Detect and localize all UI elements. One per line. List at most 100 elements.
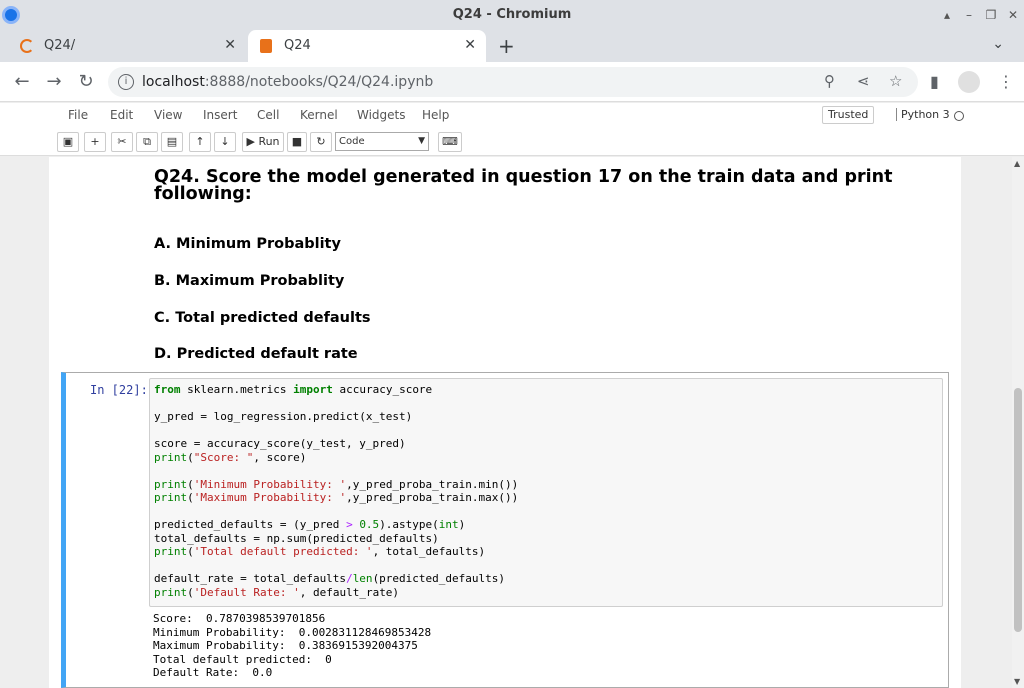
code-token: total_defaults = np.sum(predicted_defaul… xyxy=(154,531,439,545)
kernel-name: Python 3 xyxy=(896,108,950,121)
output-line: Total default predicted: 0 xyxy=(153,652,332,666)
scrollbar-thumb[interactable] xyxy=(1014,388,1022,632)
menu-help[interactable]: Help xyxy=(422,108,449,122)
trusted-badge[interactable]: Trusted xyxy=(822,106,875,124)
zoom-icon[interactable]: ⚲ xyxy=(824,72,835,90)
site-info-icon[interactable]: i xyxy=(118,74,134,90)
kernel-idle-indicator-icon xyxy=(954,111,964,121)
menu-cell[interactable]: Cell xyxy=(257,108,279,122)
code-token: predicted_defaults = (y_pred xyxy=(154,518,347,531)
code-token: score = accuracy_score(y_test, y_pred) xyxy=(154,437,406,450)
copy-icon[interactable]: ⧉ xyxy=(136,132,158,152)
code-line: print("Score: ", score) xyxy=(154,451,518,465)
command-palette-keyboard-icon[interactable]: ⌨ xyxy=(438,132,462,152)
code-input-area[interactable]: from sklearn.metrics import accuracy_sco… xyxy=(149,378,943,607)
code-token: > xyxy=(346,518,353,531)
code-editor-text[interactable]: from sklearn.metrics import accuracy_sco… xyxy=(154,383,518,599)
code-token: 'Total default predicted: ' xyxy=(193,545,373,558)
close-tab-icon[interactable]: ✕ xyxy=(224,37,236,53)
menu-widgets[interactable]: Widgets xyxy=(357,108,406,122)
code-token: 0.5 xyxy=(359,518,380,531)
side-panel-icon[interactable]: ▮ xyxy=(930,72,939,91)
browser-menu-icon[interactable]: ⋮ xyxy=(998,72,1014,91)
new-tab-button[interactable]: + xyxy=(498,34,515,58)
paste-icon[interactable]: ▤ xyxy=(161,132,183,152)
close-window-button[interactable]: ✕ xyxy=(1004,6,1022,24)
profile-avatar[interactable] xyxy=(958,71,980,93)
cell-prompt: In [22]: xyxy=(90,383,148,397)
bookmark-star-icon[interactable]: ☆ xyxy=(889,72,902,90)
minimize-button[interactable]: – xyxy=(960,6,978,24)
code-line: print('Minimum Probability: ',y_pred_pro… xyxy=(154,478,518,492)
cell-type-select[interactable]: Code ▼ xyxy=(335,132,429,151)
code-token: ( xyxy=(187,491,194,504)
code-line: y_pred = log_regression.predict(x_test) xyxy=(154,410,518,424)
code-token: default_rate = total_defaults xyxy=(154,572,347,585)
forward-button[interactable]: → xyxy=(42,70,66,94)
code-token: ,y_pred_proba_train.min()) xyxy=(346,477,519,491)
tab-q24-notebook[interactable]: Q24 ✕ xyxy=(248,30,486,62)
code-token: (predicted_defaults) xyxy=(372,572,506,585)
close-tab-icon[interactable]: ✕ xyxy=(464,37,476,53)
scroll-up-arrow-icon[interactable]: ▲ xyxy=(1014,159,1020,168)
share-icon[interactable]: ⋖ xyxy=(857,72,870,90)
menu-insert[interactable]: Insert xyxy=(203,108,237,122)
code-token: print xyxy=(154,450,188,464)
menu-kernel[interactable]: Kernel xyxy=(300,108,338,122)
url-text[interactable]: localhost:8888/notebooks/Q24/Q24.ipynb xyxy=(142,74,433,90)
code-token: accuracy_score xyxy=(332,383,433,396)
code-token: ( xyxy=(187,450,194,464)
output-line: Minimum Probability: 0.00283112846985342… xyxy=(153,625,432,639)
scroll-down-arrow-icon[interactable]: ▼ xyxy=(1014,677,1020,686)
run-button[interactable]: ▶ Run xyxy=(242,132,284,152)
code-token: 'Maximum Probability: ' xyxy=(193,491,347,504)
back-button[interactable]: ← xyxy=(10,70,34,94)
address-bar[interactable]: i localhost:8888/notebooks/Q24/Q24.ipynb… xyxy=(108,67,918,97)
code-token: ).astype( xyxy=(379,518,439,531)
code-token: from xyxy=(154,383,181,396)
code-token: , total_defaults) xyxy=(372,545,486,558)
menu-edit[interactable]: Edit xyxy=(110,108,133,122)
move-down-arrow-icon[interactable]: ↓ xyxy=(214,132,236,152)
code-token: print xyxy=(154,491,188,504)
tab-search-chevron-icon[interactable]: ⌄ xyxy=(992,36,1004,52)
tab-label: Q24 xyxy=(284,38,311,53)
window-up-icon[interactable]: ▴ xyxy=(938,6,956,24)
code-line: total_defaults = np.sum(predicted_defaul… xyxy=(154,532,518,546)
code-line: print('Default Rate: ', default_rate) xyxy=(154,586,518,600)
code-token: ( xyxy=(187,477,194,491)
save-icon[interactable]: ▣ xyxy=(57,132,79,152)
maximize-button[interactable]: ❐ xyxy=(982,6,1000,24)
window-title-bar: Q24 - Chromium ▴ – ❐ ✕ xyxy=(0,0,1024,30)
menu-view[interactable]: View xyxy=(154,108,182,122)
code-token: print xyxy=(154,545,188,558)
jupyter-toolbar: ▣ + ✂ ⧉ ▤ ↑ ↓ ▶ Run ■ ↻ Code ▼ ⌨ xyxy=(0,129,1024,156)
cut-icon[interactable]: ✂ xyxy=(111,132,133,152)
code-cell-selected[interactable]: In [22]: from sklearn.metrics import acc… xyxy=(61,372,949,688)
code-token: print xyxy=(154,477,188,491)
jupyter-loading-icon xyxy=(20,39,34,53)
markdown-item-d: D. Predicted default rate xyxy=(154,346,358,362)
markdown-item-c: C. Total predicted defaults xyxy=(154,310,371,326)
code-token: 'Default Rate: ' xyxy=(193,585,300,599)
code-token: ( xyxy=(187,585,194,599)
code-token: "Score: " xyxy=(193,450,254,464)
insert-cell-plus-icon[interactable]: + xyxy=(84,132,106,152)
tab-q24-folder[interactable]: Q24/ ✕ xyxy=(8,30,246,62)
menu-file[interactable]: File xyxy=(68,108,88,122)
code-line: default_rate = total_defaults/len(predic… xyxy=(154,572,518,586)
restart-icon[interactable]: ↻ xyxy=(310,132,332,152)
tab-label: Q24/ xyxy=(44,38,76,53)
move-up-arrow-icon[interactable]: ↑ xyxy=(189,132,211,152)
interrupt-stop-icon[interactable]: ■ xyxy=(287,132,307,152)
notebook-area: Q24. Score the model generated in questi… xyxy=(0,157,1012,688)
code-token: 'Minimum Probability: ' xyxy=(193,477,347,491)
reload-button[interactable]: ↻ xyxy=(74,70,98,94)
vertical-scrollbar[interactable]: ▲ ▼ xyxy=(1012,157,1024,688)
code-token: ( xyxy=(187,545,194,558)
